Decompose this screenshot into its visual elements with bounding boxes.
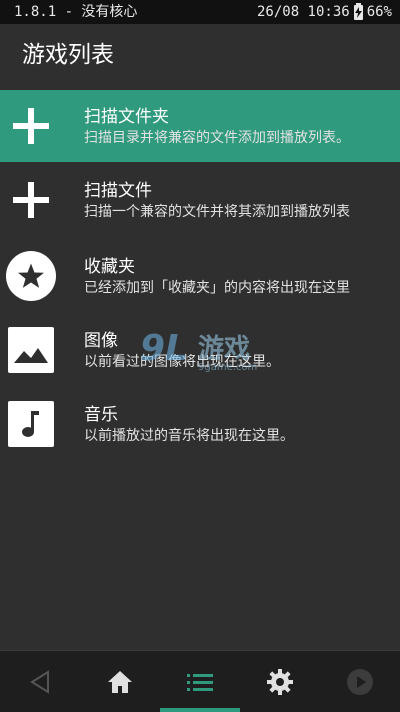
status-left-text: 1.8.1 - 没有核心 (14, 4, 138, 20)
image-icon (6, 325, 56, 375)
list-item-title: 扫描文件 (84, 181, 152, 201)
settings-icon (267, 668, 293, 695)
app-bar: 游戏列表 (0, 24, 400, 88)
star-icon (6, 251, 56, 301)
status-bar: 1.8.1 - 没有核心 26/08 10:36 66% (0, 0, 400, 24)
plus-icon (6, 175, 56, 225)
list-item-scan-folder[interactable]: 扫描文件夹 扫描目录并将兼容的文件添加到播放列表。 (0, 90, 400, 162)
list-item-favorites[interactable]: 收藏夹 已经添加到「收藏夹」的内容将出现在这里 (0, 240, 400, 312)
back-icon (30, 669, 49, 694)
back-button[interactable] (0, 651, 80, 712)
settings-button[interactable] (240, 651, 320, 712)
list-item-title: 收藏夹 (84, 257, 135, 277)
list-item-subtitle: 以前看过的图像将出现在这里。 (84, 354, 280, 370)
status-right: 26/08 10:36 66% (257, 0, 392, 24)
active-tab-indicator (160, 708, 240, 712)
list-item-title: 图像 (84, 331, 118, 351)
plus-icon (6, 101, 56, 151)
list-item-title: 扫描文件夹 (84, 107, 169, 127)
resume-button[interactable] (320, 651, 400, 712)
battery-charging-icon (353, 2, 363, 20)
list-item-subtitle: 以前播放过的音乐将出现在这里。 (84, 428, 294, 444)
list-item-subtitle: 扫描一个兼容的文件并将其添加到播放列表 (84, 204, 350, 220)
list-item-images[interactable]: 图像 以前看过的图像将出现在这里。 (0, 314, 400, 386)
list-item-music[interactable]: 音乐 以前播放过的音乐将出现在这里。 (0, 388, 400, 460)
home-button[interactable] (80, 651, 160, 712)
list-item-scan-file[interactable]: 扫描文件 扫描一个兼容的文件并将其添加到播放列表 (0, 164, 400, 236)
list-button[interactable] (160, 651, 240, 712)
page-title: 游戏列表 (22, 42, 114, 68)
list-item-title: 音乐 (84, 405, 118, 425)
datetime: 26/08 10:36 (256, 4, 350, 20)
list-icon (187, 673, 213, 691)
play-icon (347, 668, 373, 695)
music-note-icon (6, 399, 56, 449)
list-item-subtitle: 扫描目录并将兼容的文件添加到播放列表。 (84, 130, 350, 146)
bottom-nav (0, 650, 400, 712)
home-icon (108, 670, 132, 693)
list-item-subtitle: 已经添加到「收藏夹」的内容将出现在这里 (84, 280, 350, 296)
battery-level: 66% (366, 4, 392, 20)
